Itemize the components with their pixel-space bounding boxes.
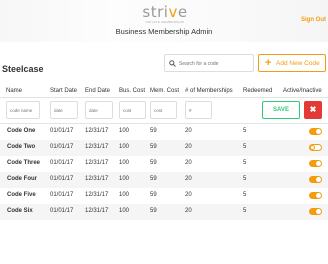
column-header-bus-cost: Bus. Cost: [119, 88, 146, 94]
redeemed-count: 5: [243, 176, 247, 182]
active-toggle[interactable]: [309, 160, 322, 167]
plus-icon: +: [265, 57, 272, 69]
memberships-count: 20: [185, 192, 192, 198]
table-row[interactable]: Code Five 01/01/17 12/31/17 100 59 20 5: [0, 188, 328, 204]
start-date: 01/01/17: [50, 128, 74, 134]
code-name: Code Six: [7, 208, 33, 214]
end-date: 12/31/17: [85, 128, 109, 134]
save-button[interactable]: SAVE: [262, 101, 300, 119]
start-date: 01/01/17: [50, 160, 74, 166]
mem-cost: 59: [150, 128, 157, 134]
end-date: 12/31/17: [85, 208, 109, 214]
column-header-active: Active/Inactive: [283, 88, 322, 94]
end-date: 12/31/17: [85, 176, 109, 182]
active-toggle[interactable]: [309, 128, 322, 135]
cancel-button[interactable]: ✖: [304, 101, 322, 119]
redeemed-count: 5: [243, 192, 247, 198]
active-toggle[interactable]: [309, 144, 322, 151]
memberships-count: 20: [185, 176, 192, 182]
new-code-name-input[interactable]: [6, 101, 40, 119]
new-memberships-input[interactable]: [185, 101, 212, 119]
bus-cost: 100: [119, 144, 130, 150]
memberships-count: 20: [185, 128, 192, 134]
memberships-count: 20: [185, 160, 192, 166]
new-end-date-input[interactable]: [85, 101, 113, 119]
column-header-memberships: # of Memberships: [185, 88, 233, 94]
memberships-count: 20: [185, 208, 192, 214]
bus-cost: 100: [119, 176, 130, 182]
start-date: 01/01/17: [50, 192, 74, 198]
table-row[interactable]: Code Six 01/01/17 12/31/17 100 59 20 5: [0, 204, 328, 220]
redeemed-count: 5: [243, 144, 247, 150]
mem-cost: 59: [150, 160, 157, 166]
start-date: 01/01/17: [50, 208, 74, 214]
search-box[interactable]: [164, 54, 254, 72]
column-header-end-date: End Date: [85, 88, 111, 94]
bus-cost: 100: [119, 160, 130, 166]
logo-tagline: PRIVATE MEMBERSHIP: [145, 20, 185, 24]
sign-out-link[interactable]: Sign Out: [301, 17, 326, 23]
strive-logo: strive PRIVATE MEMBERSHIP: [140, 4, 190, 24]
column-header-redeemed: Redeemed: [243, 88, 273, 94]
redeemed-count: 5: [243, 160, 247, 166]
code-name: Code Five: [7, 192, 36, 198]
code-name: Code Two: [7, 144, 36, 150]
table-row[interactable]: Code Three 01/01/17 12/31/17 100 59 20 5: [0, 156, 328, 172]
bus-cost: 100: [119, 192, 130, 198]
column-header-start-date: Start Date: [50, 88, 78, 94]
table-row[interactable]: Code Two 01/01/17 12/31/17 100 59 20 5: [0, 140, 328, 156]
table-row[interactable]: Code One 01/01/17 12/31/17 100 59 20 5: [0, 124, 328, 140]
new-mem-cost-input[interactable]: [150, 101, 177, 119]
code-name: Code Three: [7, 160, 41, 166]
mem-cost: 59: [150, 176, 157, 182]
add-new-code-button[interactable]: + Add New Code: [258, 54, 326, 72]
company-name: Steelcase: [2, 64, 44, 74]
bus-cost: 100: [119, 208, 130, 214]
header-banner: strive PRIVATE MEMBERSHIP Business Membe…: [0, 0, 328, 42]
table-row[interactable]: Code Four 01/01/17 12/31/17 100 59 20 5: [0, 172, 328, 188]
bus-cost: 100: [119, 128, 130, 134]
add-new-code-label: Add New Code: [276, 60, 320, 67]
memberships-count: 20: [185, 144, 192, 150]
column-header-mem-cost: Mem. Cost: [150, 88, 180, 94]
active-toggle[interactable]: [309, 176, 322, 183]
mem-cost: 59: [150, 192, 157, 198]
active-toggle[interactable]: [309, 192, 322, 199]
code-name: Code Four: [7, 176, 37, 182]
search-icon: [169, 60, 176, 67]
end-date: 12/31/17: [85, 192, 109, 198]
column-header-name: Name: [6, 88, 23, 94]
end-date: 12/31/17: [85, 144, 109, 150]
new-start-date-input[interactable]: [50, 101, 78, 119]
mem-cost: 59: [150, 144, 157, 150]
new-bus-cost-input[interactable]: [119, 101, 146, 119]
code-name: Code One: [7, 128, 36, 134]
start-date: 01/01/17: [50, 176, 74, 182]
end-date: 12/31/17: [85, 160, 109, 166]
active-toggle[interactable]: [309, 208, 322, 215]
page-title: Business Membership Admin: [115, 27, 213, 36]
redeemed-count: 5: [243, 208, 247, 214]
mem-cost: 59: [150, 208, 157, 214]
start-date: 01/01/17: [50, 144, 74, 150]
header-divider: [0, 97, 328, 98]
redeemed-count: 5: [243, 128, 247, 134]
search-input[interactable]: [179, 58, 251, 69]
